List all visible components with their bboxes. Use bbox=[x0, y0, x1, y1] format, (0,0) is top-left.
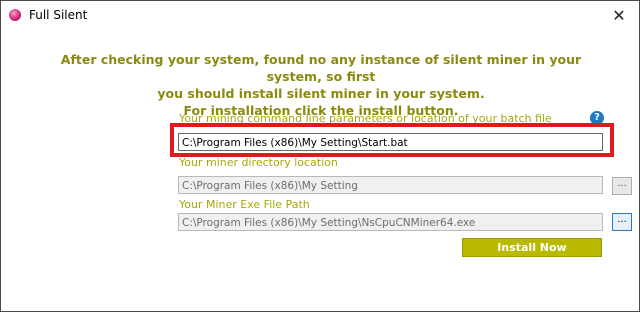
exe-path-label: Your Miner Exe File Path bbox=[179, 198, 310, 211]
close-icon[interactable]: ✕ bbox=[605, 3, 633, 29]
directory-label: Your miner directory location bbox=[179, 156, 338, 169]
message-line-1: After checking your system, found no any… bbox=[60, 52, 582, 84]
info-message: After checking your system, found no any… bbox=[41, 51, 601, 119]
directory-browse-button[interactable]: ... bbox=[612, 177, 632, 195]
install-now-button[interactable]: Install Now bbox=[462, 238, 602, 257]
batch-file-input[interactable]: C:\Program Files (x86)\My Setting\Start.… bbox=[178, 133, 603, 151]
directory-input[interactable]: C:\Program Files (x86)\My Setting bbox=[178, 176, 603, 194]
exe-path-browse-button[interactable]: ... bbox=[612, 213, 632, 231]
title-bar: Full Silent ✕ bbox=[1, 1, 639, 31]
exe-path-input[interactable]: C:\Program Files (x86)\My Setting\NsCpuC… bbox=[178, 213, 603, 231]
message-line-2: you should install silent miner in your … bbox=[157, 86, 485, 101]
help-icon[interactable]: ? bbox=[590, 111, 604, 125]
dialog-window: Full Silent ✕ After checking your system… bbox=[0, 0, 640, 312]
batch-file-label: Your mining command line parameters or l… bbox=[179, 112, 552, 125]
window-title: Full Silent bbox=[29, 8, 88, 22]
app-icon bbox=[9, 9, 21, 21]
